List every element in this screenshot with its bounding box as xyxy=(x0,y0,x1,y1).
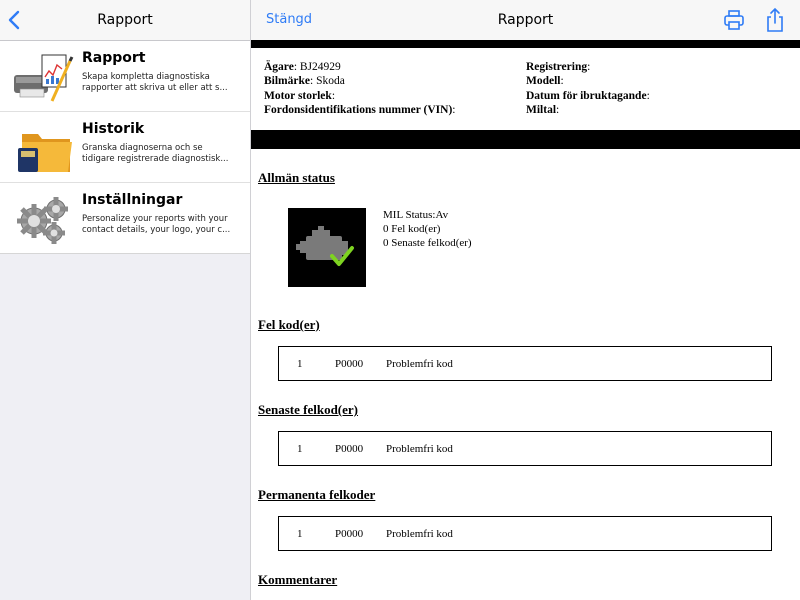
sidebar-nav-bar: Rapport xyxy=(0,0,250,41)
general-status-title: Allmän status xyxy=(258,170,335,185)
code-description: Problemfri kod xyxy=(386,443,453,455)
mil-status: MIL Status:Av xyxy=(383,209,449,221)
menu-item-description: Personalize your reports with your conta… xyxy=(82,214,231,235)
code-id: P0000 xyxy=(335,358,364,370)
code-id: P0000 xyxy=(335,443,364,455)
report-title: Rapport xyxy=(497,12,554,28)
model-row: Modell: xyxy=(526,75,564,88)
registration-row: Registrering: xyxy=(526,61,591,73)
recent-codes-title: Senaste felkod(er) xyxy=(258,402,359,417)
print-button[interactable] xyxy=(723,9,745,31)
report-pane: Stängd Rapport Ägare: BJ24929 Bilmärke: … xyxy=(251,0,800,600)
menu-item-description: Skapa kompletta diagnostiska rapporter a… xyxy=(82,72,228,93)
printer-report-icon xyxy=(14,54,74,102)
engine-size-row: Motor storlek: xyxy=(264,89,336,102)
registration-date-row: Datum för ibruktagande: xyxy=(526,89,650,102)
code-id: P0000 xyxy=(335,528,364,540)
menu-item-title: Rapport xyxy=(82,50,146,66)
report-nav-bar: Stängd Rapport xyxy=(251,0,800,40)
brand-row: Bilmärke: Skoda xyxy=(264,75,345,88)
menu-item-installningar[interactable]: Inställningar Personalize your reports w… xyxy=(0,183,250,254)
mileage-row: Miltal: xyxy=(526,103,560,116)
printer-icon xyxy=(724,10,744,30)
section-divider xyxy=(251,130,800,149)
menu-item-historik[interactable]: Historik Granska diagnoserna och se tidi… xyxy=(0,112,250,183)
code-number: 1 xyxy=(297,528,303,540)
menu-list: Rapport Skapa kompletta diagnostiska rap… xyxy=(0,41,250,254)
menu-item-rapport[interactable]: Rapport Skapa kompletta diagnostiska rap… xyxy=(0,41,250,112)
fault-codes-table: 1 P0000 Problemfri kod xyxy=(278,346,772,381)
gears-icon xyxy=(17,197,68,244)
share-icon xyxy=(767,7,783,32)
owner-row: Ägare: BJ24929 xyxy=(264,61,341,73)
permanent-codes-table: 1 P0000 Problemfri kod xyxy=(278,516,772,551)
recent-fault-count: 0 Senaste felkod(er) xyxy=(383,237,472,249)
vin-row: Fordonsidentifikations nummer (VIN): xyxy=(264,103,456,116)
engine-check-icon xyxy=(296,226,354,266)
menu-item-description: Granska diagnoserna och se tidigare regi… xyxy=(82,143,229,164)
code-number: 1 xyxy=(297,443,303,455)
code-number: 1 xyxy=(297,358,303,370)
header-divider xyxy=(251,40,800,48)
fault-codes-title: Fel kod(er) xyxy=(258,317,320,332)
comments-title: Kommentarer xyxy=(258,572,338,587)
share-button[interactable] xyxy=(765,7,785,33)
sidebar: Rapport Rapport Skapa kompletta diagnost… xyxy=(0,0,251,600)
menu-item-title: Historik xyxy=(82,121,145,137)
permanent-codes-title: Permanenta felkoder xyxy=(258,487,376,502)
recent-codes-table: 1 P0000 Problemfri kod xyxy=(278,431,772,466)
engine-status-icon-box xyxy=(288,208,366,287)
code-description: Problemfri kod xyxy=(386,358,453,370)
fault-code-count: 0 Fel kod(er) xyxy=(383,223,441,235)
menu-item-title: Inställningar xyxy=(82,192,183,208)
vehicle-info-right: Registrering: Modell: Datum för ibruktag… xyxy=(526,60,650,117)
code-description: Problemfri kod xyxy=(386,528,453,540)
vehicle-info-left: Ägare: BJ24929 Bilmärke: Skoda Motor sto… xyxy=(264,60,455,117)
sidebar-title: Rapport xyxy=(97,12,153,28)
status-summary: MIL Status:Av 0 Fel kod(er) 0 Senaste fe… xyxy=(383,208,472,250)
folder-icon xyxy=(18,134,72,172)
